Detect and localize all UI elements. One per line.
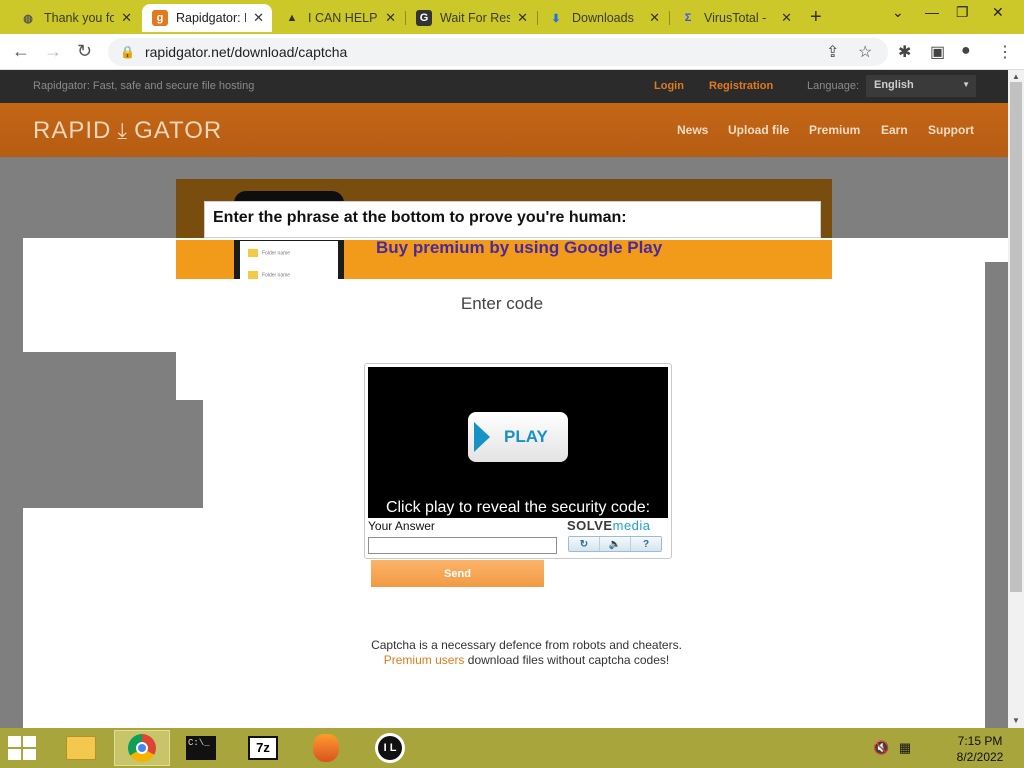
g-icon: G — [416, 10, 432, 26]
tab-virustotal[interactable]: Σ VirusTotal - ✕ — [670, 4, 800, 32]
menu-icon[interactable]: ⋮ — [997, 42, 1013, 62]
site-topbar: Rapidgator: Fast, safe and secure file h… — [0, 70, 1008, 103]
bookmark-star-icon[interactable]: ☆ — [858, 42, 872, 62]
back-icon[interactable]: ← — [12, 41, 30, 62]
clock-date: 8/2/2022 — [956, 750, 1004, 764]
captcha-note: Captcha is a necessary defence from robo… — [371, 638, 682, 652]
chevron-down-icon: ▼ — [962, 80, 970, 89]
captcha-widget: PLAY Click play to reveal the security c… — [364, 363, 672, 559]
new-tab-button[interactable]: + — [810, 6, 822, 29]
cmd-icon[interactable]: C:\_ — [173, 730, 229, 766]
tab-thank-you[interactable]: ◍ Thank you fo ✕ — [10, 4, 140, 32]
minimize-button[interactable]: — — [925, 4, 939, 20]
close-icon[interactable]: ✕ — [649, 10, 660, 26]
taskbar-clock[interactable]: 7:15 PM 8/2/2022 — [940, 733, 1020, 765]
solvemedia-logo: SOLVEmedia — [567, 518, 651, 533]
virustotal-icon: Σ — [684, 12, 692, 24]
tab-search-icon[interactable]: ⌄ — [892, 4, 904, 21]
scroll-thumb[interactable] — [1010, 82, 1022, 592]
answer-label: Your Answer — [368, 519, 435, 533]
close-window-button[interactable]: ✕ — [992, 4, 1004, 21]
fl-studio-icon[interactable] — [298, 730, 354, 766]
premium-note: Premium users download files without cap… — [383, 653, 670, 667]
scroll-down-icon[interactable]: ▼ — [1012, 716, 1020, 725]
url-text: rapidgator.net/download/captcha — [144, 44, 348, 60]
download-icon: ⬇ — [551, 12, 561, 25]
tab-downloads[interactable]: ⬇ Downloads ✕ — [538, 4, 668, 32]
play-icon — [474, 422, 490, 452]
play-button[interactable]: PLAY — [468, 412, 568, 462]
answer-input[interactable] — [368, 537, 557, 554]
tab-rapidgator[interactable]: g Rapidgator: F ✕ — [142, 4, 272, 32]
nav-news[interactable]: News — [677, 123, 708, 137]
registration-link[interactable]: Registration — [709, 80, 773, 92]
close-icon[interactable]: ✕ — [385, 10, 396, 26]
close-icon[interactable]: ✕ — [517, 10, 528, 26]
tab-i-can-help[interactable]: ▲ I CAN HELP ✕ — [274, 4, 404, 32]
browser-toolbar: ← → ↻ 🔒 rapidgator.net/download/captcha … — [0, 34, 1024, 70]
globe-icon: ◍ — [23, 12, 33, 25]
refresh-icon[interactable]: ↻ — [569, 537, 600, 551]
site-logo[interactable]: RAPID ⤓ GATOR — [33, 117, 222, 145]
clock-time: 7:15 PM — [957, 734, 1003, 748]
site-tagline: Rapidgator: Fast, safe and secure file h… — [33, 80, 255, 92]
site-header: RAPID ⤓ GATOR News Upload file Premium E… — [0, 103, 1008, 157]
language-select[interactable]: English ▼ — [866, 75, 976, 97]
forward-icon[interactable]: → — [44, 41, 62, 62]
side-panel-icon[interactable]: ▣ — [930, 42, 945, 62]
chrome-icon[interactable] — [114, 730, 170, 766]
close-icon[interactable]: ✕ — [781, 10, 792, 26]
close-icon[interactable]: ✕ — [121, 10, 132, 26]
windows-start-icon[interactable] — [8, 736, 38, 760]
close-icon[interactable]: ✕ — [253, 10, 264, 26]
banner-text: Buy premium by using Google Play — [376, 238, 663, 257]
nav-support[interactable]: Support — [928, 123, 974, 137]
scroll-up-icon[interactable]: ▲ — [1012, 72, 1020, 81]
file-explorer-icon[interactable] — [53, 730, 109, 766]
address-bar[interactable]: 🔒 rapidgator.net/download/captcha — [108, 38, 888, 66]
system-tray: 🔇 ▦ — [873, 740, 911, 756]
restore-button[interactable]: ❐ — [956, 4, 969, 21]
captcha-video[interactable]: PLAY Click play to reveal the security c… — [368, 367, 668, 518]
rapidgator-icon: g — [152, 10, 168, 26]
modal-title: Enter the phrase at the bottom to prove … — [213, 209, 627, 226]
nav-upload-file[interactable]: Upload file — [728, 123, 789, 137]
reveal-instruction: Click play to reveal the security code: — [385, 499, 651, 516]
language-label: Language: — [807, 80, 859, 92]
captcha-modal-header: Enter the phrase at the bottom to prove … — [204, 201, 821, 238]
network-icon[interactable]: ▦ — [899, 740, 911, 755]
send-button[interactable]: Send — [371, 560, 544, 587]
tab-wait-for-res[interactable]: G Wait For Res ✕ — [406, 4, 536, 32]
extensions-icon[interactable]: ✱ — [898, 42, 911, 62]
audio-icon[interactable]: 🔈 — [600, 537, 631, 551]
enter-code-heading: Enter code — [460, 294, 544, 313]
page-content: Rapidgator: Fast, safe and secure file h… — [0, 70, 1008, 728]
nav-earn[interactable]: Earn — [881, 123, 908, 137]
captcha-controls: ↻ 🔈 ? — [568, 536, 662, 552]
lock-icon[interactable]: 🔒 — [120, 45, 135, 59]
eagle-icon: ▲ — [286, 12, 298, 24]
tab-strip: ◍ Thank you fo ✕ g Rapidgator: F ✕ ▲ I C… — [0, 0, 1024, 34]
login-link[interactable]: Login — [654, 80, 684, 92]
volume-muted-icon[interactable]: 🔇 — [873, 740, 889, 755]
page-scrollbar[interactable]: ▲ ▼ — [1008, 70, 1024, 728]
help-icon[interactable]: ? — [631, 537, 661, 551]
profile-icon[interactable]: ● — [961, 42, 971, 60]
share-icon[interactable]: ⇪ — [826, 42, 839, 62]
nav-premium[interactable]: Premium — [809, 123, 860, 137]
taskbar: C:\_ 7z I L 🔇 ▦ 7:15 PM 8/2/2022 — [0, 728, 1024, 768]
7zip-icon[interactable]: 7z — [235, 730, 291, 766]
premium-users-link[interactable]: Premium users — [384, 653, 465, 667]
download-arrow-icon: ⤓ — [117, 118, 129, 143]
reload-icon[interactable]: ↻ — [77, 41, 92, 62]
il-icon[interactable]: I L — [362, 730, 418, 766]
divider — [23, 238, 985, 240]
